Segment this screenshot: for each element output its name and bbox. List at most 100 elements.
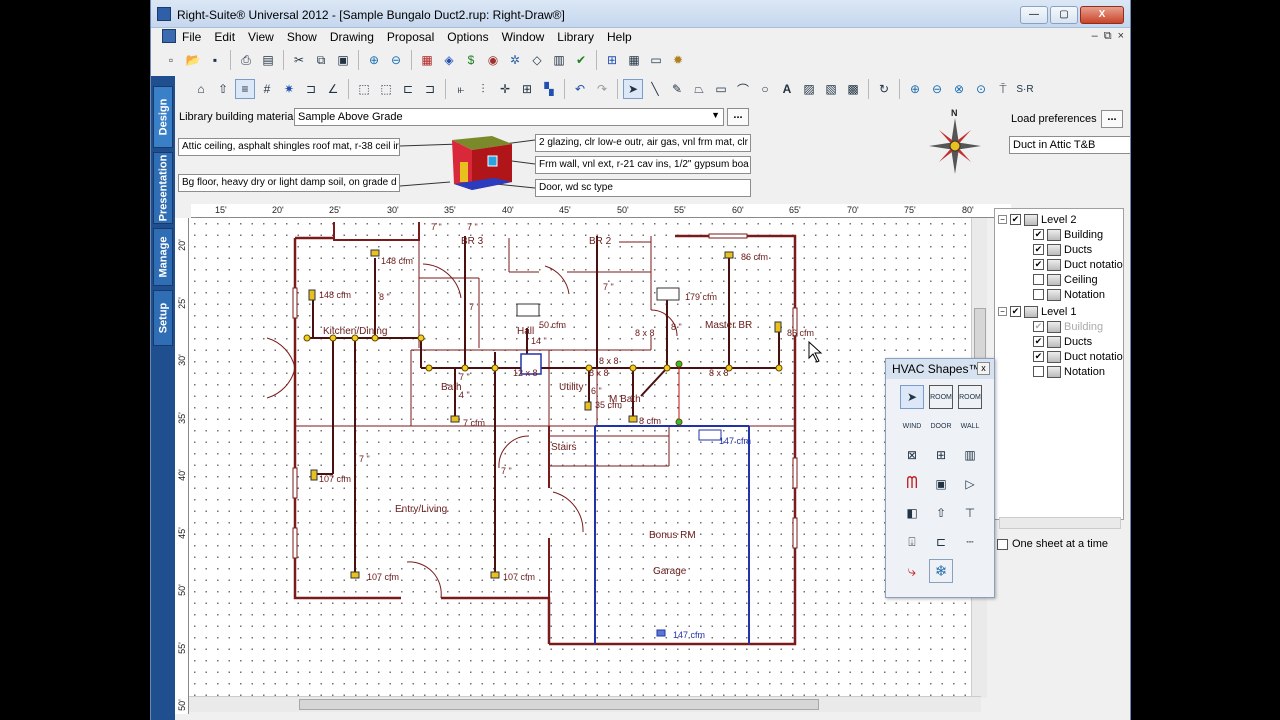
up-duct-icon[interactable]: ⇧ xyxy=(929,501,953,525)
door-tool-icon[interactable]: DOOR xyxy=(929,414,953,438)
window-tool-icon[interactable]: WIND xyxy=(900,414,924,438)
zoom-out-drawing-icon[interactable]: ⊖ xyxy=(927,79,947,99)
menu-options[interactable]: Options xyxy=(447,30,488,44)
rectangle-icon[interactable]: ▭ xyxy=(711,79,731,99)
grid-icon[interactable]: ▦ xyxy=(624,50,644,70)
polygon-icon[interactable]: ⏢ xyxy=(689,79,709,99)
wall-snap-icon[interactable]: ⊐ xyxy=(301,79,321,99)
tab-manage[interactable]: Manage xyxy=(153,228,173,286)
zoom-window-icon[interactable]: ⊙ xyxy=(971,79,991,99)
library-browse-button[interactable]: ... xyxy=(727,108,749,126)
tab-setup[interactable]: Setup xyxy=(153,290,173,346)
pipe-icon[interactable]: ⤷ xyxy=(900,559,924,583)
tree-layer-notation-2[interactable]: Notation xyxy=(1033,287,1105,302)
tree-layer-ceiling-2[interactable]: Ceiling xyxy=(1033,272,1098,287)
menu-window[interactable]: Window xyxy=(502,30,545,44)
line-icon[interactable]: ╲ xyxy=(645,79,665,99)
cost-icon[interactable]: $ xyxy=(461,50,481,70)
redo-icon[interactable]: ↷ xyxy=(592,79,612,99)
north-arrow-icon[interactable]: ⍑ xyxy=(993,79,1013,99)
align-icon[interactable]: ⊏ xyxy=(398,79,418,99)
radiant-heat-icon[interactable]: ᗰ xyxy=(900,472,924,496)
ellipse-icon[interactable]: ○ xyxy=(755,79,775,99)
wall-tool-icon[interactable]: WALL xyxy=(958,414,982,438)
menu-proposal[interactable]: Proposal xyxy=(387,30,434,44)
ceiling-material-field[interactable]: Attic ceiling, asphalt shingles roof mat… xyxy=(178,138,400,156)
hvac-close-button[interactable]: x xyxy=(977,362,990,375)
settings-icon[interactable]: ✹ xyxy=(668,50,688,70)
boot-icon[interactable]: ⍗ xyxy=(900,530,924,554)
load-preferences-select[interactable]: Duct in Attic T&B ▼ xyxy=(1009,136,1130,154)
tree-layer-ducts-1[interactable]: ✔ Ducts xyxy=(1033,334,1092,349)
new-icon[interactable]: ▫ xyxy=(161,50,181,70)
fan-icon[interactable]: ✲ xyxy=(505,50,525,70)
image-icon[interactable]: ▧ xyxy=(821,79,841,99)
tree-layer-building-1[interactable]: ✔ Building xyxy=(1033,319,1103,334)
check-icon[interactable]: ✔ xyxy=(571,50,591,70)
mdi-minimize-button[interactable]: – xyxy=(1092,30,1098,43)
horizontal-scroll-thumb[interactable] xyxy=(299,699,819,710)
menu-edit[interactable]: Edit xyxy=(214,30,235,44)
house-icon[interactable]: ⌂ xyxy=(191,79,211,99)
room-tool-icon[interactable]: ROOM xyxy=(929,385,953,409)
horizontal-scrollbar[interactable] xyxy=(189,696,981,712)
paste-icon[interactable]: ▣ xyxy=(333,50,353,70)
loads-icon[interactable]: ▦ xyxy=(417,50,437,70)
align-left-icon[interactable]: ⫦ xyxy=(451,79,471,99)
zoom-in-icon[interactable]: ⊕ xyxy=(364,50,384,70)
ungroup-icon[interactable]: ⬚ xyxy=(376,79,396,99)
pencil-icon[interactable]: ✎ xyxy=(667,79,687,99)
open-icon[interactable]: 📂 xyxy=(183,50,203,70)
ducts-icon[interactable]: ◉ xyxy=(483,50,503,70)
glazing-material-field[interactable]: 2 glazing, clr low-e outr, air gas, vnl … xyxy=(535,134,751,152)
compass-icon[interactable]: N xyxy=(927,106,983,182)
level-icon[interactable]: ⇧ xyxy=(213,79,233,99)
hvac-palette-title[interactable]: HVAC Shapes™ x xyxy=(886,359,994,379)
table-icon[interactable]: ⊞ xyxy=(517,79,537,99)
maximize-button[interactable]: ▢ xyxy=(1050,6,1078,24)
tree-layer-duct-notation-1[interactable]: ✔ Duct notatio xyxy=(1033,349,1123,364)
document-icon[interactable] xyxy=(162,29,176,43)
register-icon[interactable]: ◧ xyxy=(900,501,924,525)
print-preview-icon[interactable]: ▤ xyxy=(258,50,278,70)
tree-level-2[interactable]: − ✔ Level 2 xyxy=(998,212,1076,227)
group-icon[interactable]: ⬚ xyxy=(354,79,374,99)
undo-icon[interactable]: ↶ xyxy=(570,79,590,99)
diamond-icon[interactable]: ◇ xyxy=(527,50,547,70)
menu-help[interactable]: Help xyxy=(607,30,632,44)
tab-presentation[interactable]: Presentation xyxy=(153,152,173,224)
level2-checkbox[interactable]: ✔ xyxy=(1010,214,1021,225)
hatch-icon[interactable]: ▨ xyxy=(799,79,819,99)
menu-file[interactable]: File xyxy=(182,30,201,44)
riser-icon[interactable]: ⊤ xyxy=(958,501,982,525)
tree-horizontal-scrollbar[interactable] xyxy=(999,517,1121,529)
collapse-icon[interactable]: − xyxy=(998,307,1007,316)
cut-icon[interactable]: ✂ xyxy=(289,50,309,70)
room-rect-tool-icon[interactable]: ROOM xyxy=(958,385,982,409)
collapse-icon[interactable]: − xyxy=(998,215,1007,224)
lock-icon[interactable]: ▭ xyxy=(646,50,666,70)
text-icon[interactable]: A xyxy=(777,79,797,99)
duct-line-icon[interactable]: ┄ xyxy=(958,530,982,554)
rotate-icon[interactable]: ✛ xyxy=(495,79,515,99)
menu-view[interactable]: View xyxy=(248,30,274,44)
duct-end-icon[interactable]: ▷ xyxy=(958,472,982,496)
menu-library[interactable]: Library xyxy=(557,30,594,44)
zoom-out-icon[interactable]: ⊖ xyxy=(386,50,406,70)
arrange-icon[interactable]: ▚ xyxy=(539,79,559,99)
tree-layer-building-2[interactable]: ✔ Building xyxy=(1033,227,1103,242)
select-tool-icon[interactable]: ➤ xyxy=(900,385,924,409)
snowflake-icon[interactable]: ❄ xyxy=(929,559,953,583)
load-preferences-button[interactable]: ... xyxy=(1101,110,1123,128)
copy-icon[interactable]: ⧉ xyxy=(311,50,331,70)
close-button[interactable]: X xyxy=(1080,6,1124,24)
menu-drawing[interactable]: Drawing xyxy=(330,30,374,44)
grid-room-icon[interactable]: ⊞ xyxy=(929,443,953,467)
arc-icon[interactable]: ⌒ xyxy=(733,79,753,99)
one-sheet-checkbox[interactable] xyxy=(997,538,1008,550)
drawing-canvas[interactable]: BR 3 BR 2 Kitchen/Dining Hall Master BR … xyxy=(189,218,981,708)
level1-checkbox[interactable]: ✔ xyxy=(1010,306,1021,317)
menu-show[interactable]: Show xyxy=(287,30,317,44)
equipment-tool-icon[interactable]: ▣ xyxy=(929,472,953,496)
pointer-icon[interactable]: ➤ xyxy=(623,79,643,99)
